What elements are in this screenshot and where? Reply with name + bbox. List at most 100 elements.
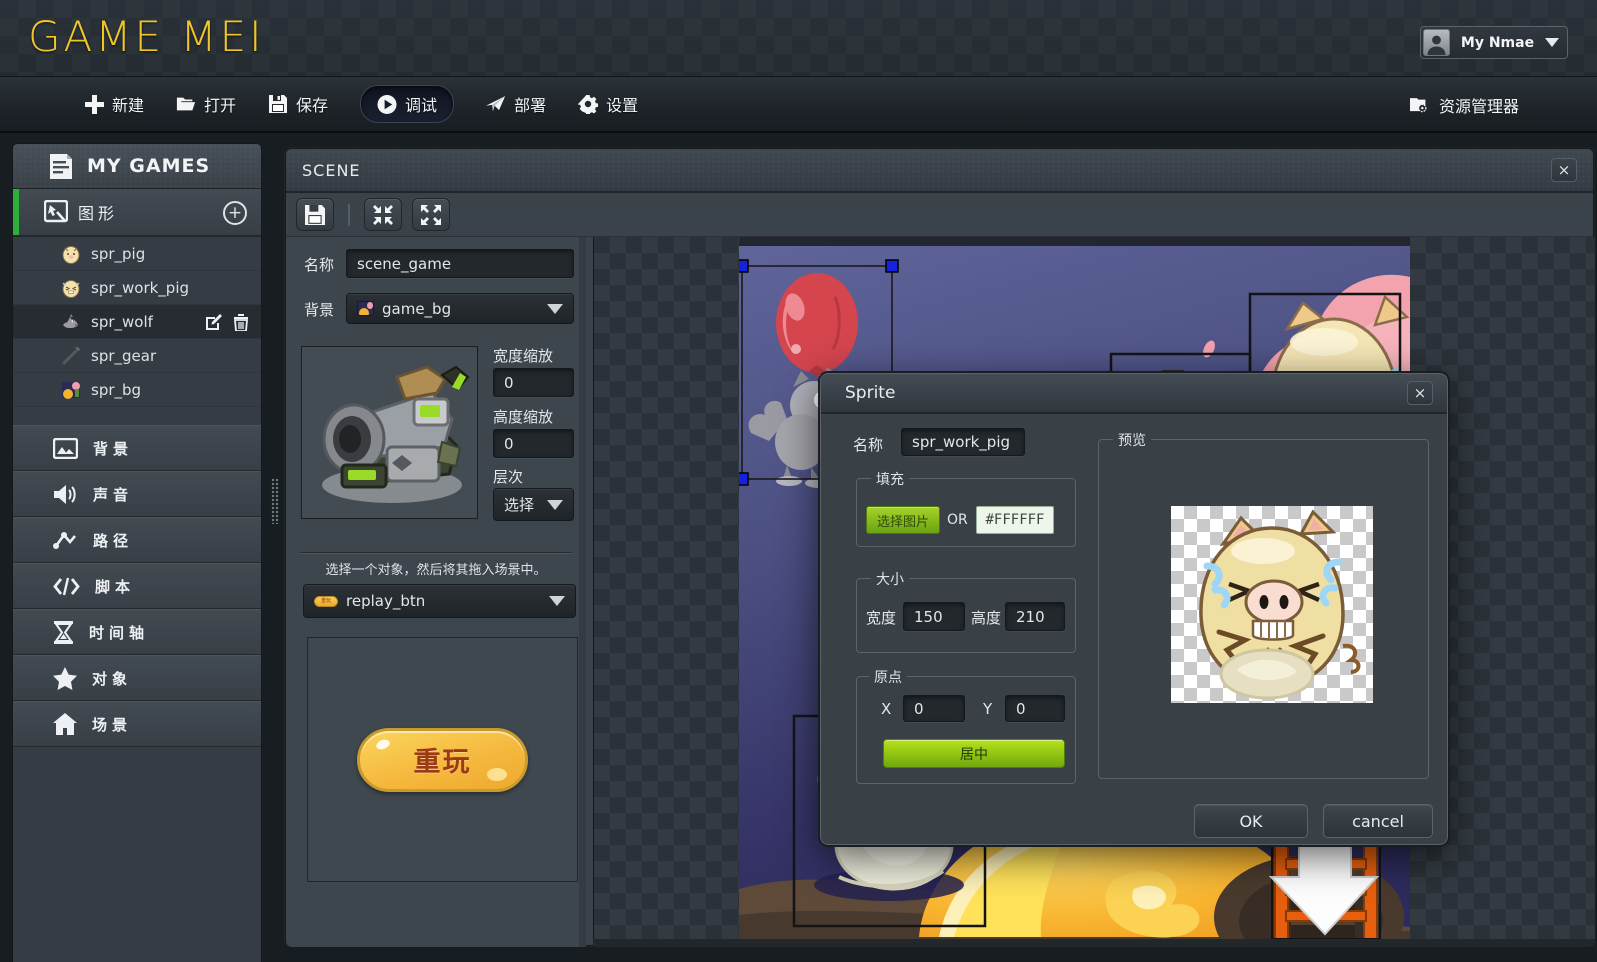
layer-dropdown[interactable]: 选择	[493, 488, 574, 521]
plus-icon	[84, 94, 104, 114]
dialog-close-button[interactable]: ×	[1407, 381, 1433, 405]
sprite-name-input[interactable]: spr_work_pig	[901, 428, 1025, 456]
add-sprite-button[interactable]: +	[223, 201, 247, 225]
code-icon	[53, 577, 80, 596]
home-icon	[53, 713, 77, 735]
hourglass-icon	[53, 621, 74, 644]
sidebar-item-graphics[interactable]: 图形 +	[13, 189, 261, 237]
drag-hint-text: 选择一个对象，然后将其拖入场景中。	[286, 559, 586, 578]
sprite-item-bg[interactable]: spr_bg	[13, 373, 261, 407]
sprite-dialog-titlebar[interactable]: Sprite ×	[821, 374, 1447, 414]
object-preview-box: 重玩	[307, 637, 578, 882]
fill-legend: 填充	[871, 469, 909, 489]
sidebar-title: MY GAMES	[13, 144, 261, 189]
deploy-icon	[486, 94, 506, 114]
app-header: GAME MEI My Nmae	[0, 0, 1597, 77]
sprite-item-wolf[interactable]: spr_wolf	[13, 305, 261, 339]
user-menu[interactable]: My Nmae	[1420, 26, 1568, 59]
arrows-out-icon	[420, 204, 442, 226]
canvas-bottom-strip	[593, 939, 1595, 947]
collapse-view-button[interactable]	[364, 198, 402, 231]
sidebar-item-scripts[interactable]: 脚本	[13, 563, 261, 609]
scene-bg-dropdown[interactable]: game_bg	[346, 293, 574, 324]
gear-sprite-icon	[61, 346, 81, 366]
debug-button[interactable]: 调试	[360, 85, 454, 123]
sidebar-item-paths[interactable]: 路径	[13, 517, 261, 563]
path-icon	[53, 531, 78, 550]
width-scale-input[interactable]: 0	[493, 368, 574, 397]
scene-save-button[interactable]	[296, 198, 334, 231]
sprite-dialog: Sprite × 名称 spr_work_pig 填充 选择图片 OR #FFF…	[820, 373, 1448, 845]
replay-button-art: 重玩	[357, 728, 528, 792]
height-label: 高度	[971, 607, 1001, 628]
replay-btn-thumbnail: 重玩	[314, 596, 338, 607]
object-dropdown[interactable]: 重玩 replay_btn	[303, 584, 576, 618]
folder-open-icon	[176, 94, 196, 114]
width-scale-label: 宽度缩放	[493, 345, 553, 366]
scene-panel-title: SCENE	[302, 161, 361, 180]
new-button[interactable]: 新建	[84, 92, 144, 116]
wolf-sprite-icon	[61, 312, 81, 332]
gear-icon	[578, 94, 598, 114]
delete-icon[interactable]	[233, 313, 249, 331]
divider	[300, 552, 572, 554]
sidebar-item-scenes[interactable]: 场景	[13, 701, 261, 747]
cancel-button[interactable]: cancel	[1323, 804, 1433, 838]
bg-thumbnail	[357, 301, 374, 316]
sprite-item-work-pig[interactable]: spr_work_pig	[13, 271, 261, 305]
layer-label: 层次	[493, 466, 523, 487]
deploy-button[interactable]: 部署	[486, 92, 546, 116]
center-origin-button[interactable]: 居中	[883, 739, 1065, 768]
document-icon	[49, 154, 73, 179]
panel-splitter[interactable]	[271, 478, 279, 524]
height-scale-input[interactable]: 0	[493, 429, 574, 458]
save-button[interactable]: 保存	[268, 92, 328, 116]
sidebar-item-objects[interactable]: 对象	[13, 655, 261, 701]
scene-panel-close-button[interactable]: ×	[1551, 158, 1577, 182]
ok-button[interactable]: OK	[1194, 804, 1308, 838]
preview-legend: 预览	[1113, 430, 1151, 450]
sidebar-item-sounds[interactable]: 声音	[13, 471, 261, 517]
width-label: 宽度	[866, 607, 896, 628]
expand-view-button[interactable]	[412, 198, 450, 231]
sidebar-item-timelines[interactable]: 时间轴	[13, 609, 261, 655]
width-input[interactable]: 150	[903, 602, 965, 631]
scene-panel-titlebar: SCENE ×	[286, 149, 1593, 193]
scene-toolbar	[286, 193, 1593, 237]
sprite-item-gear[interactable]: spr_gear	[13, 339, 261, 373]
origin-x-label: X	[881, 700, 891, 718]
settings-button[interactable]: 设置	[578, 92, 638, 116]
bg-sprite-icon	[61, 380, 81, 400]
height-input[interactable]: 210	[1005, 602, 1065, 631]
main-toolbar: 新建 打开 保存 调试 部署 设置 资源管理器	[0, 77, 1597, 133]
chevron-down-icon	[547, 500, 563, 510]
origin-x-input[interactable]: 0	[903, 695, 965, 722]
chevron-down-icon	[1545, 38, 1559, 47]
arrows-in-icon	[372, 204, 394, 226]
work-pig-sprite-icon	[61, 278, 81, 298]
user-name: My Nmae	[1450, 35, 1545, 51]
fill-color-input[interactable]: #FFFFFF	[976, 506, 1054, 534]
sidebar-item-backgrounds[interactable]: 背景	[13, 425, 261, 471]
sprite-name-label: 名称	[853, 434, 883, 455]
sidebar: MY GAMES 图形 + spr_pig spr_work_pig spr_w…	[12, 143, 262, 962]
play-circle-icon	[377, 94, 397, 114]
chevron-down-icon	[549, 596, 565, 606]
sprite-preview-image	[1171, 506, 1373, 703]
open-button[interactable]: 打开	[176, 92, 236, 116]
scene-name-input[interactable]: scene_game	[346, 249, 574, 278]
sprite-item-pig[interactable]: spr_pig	[13, 237, 261, 271]
app-logo: GAME MEI	[28, 12, 265, 61]
origin-legend: 原点	[869, 667, 907, 687]
edit-icon[interactable]	[205, 313, 223, 331]
resource-manager-button[interactable]: 资源管理器	[1410, 77, 1519, 133]
floppy-icon	[268, 94, 288, 114]
image-icon	[53, 438, 78, 459]
selected-object-preview	[301, 346, 478, 519]
user-avatar-icon	[1423, 29, 1450, 56]
speaker-icon	[53, 484, 78, 505]
choose-image-button[interactable]: 选择图片	[866, 506, 940, 534]
name-label: 名称	[304, 254, 334, 275]
origin-y-input[interactable]: 0	[1005, 695, 1065, 722]
pig-sprite-icon	[61, 244, 81, 264]
